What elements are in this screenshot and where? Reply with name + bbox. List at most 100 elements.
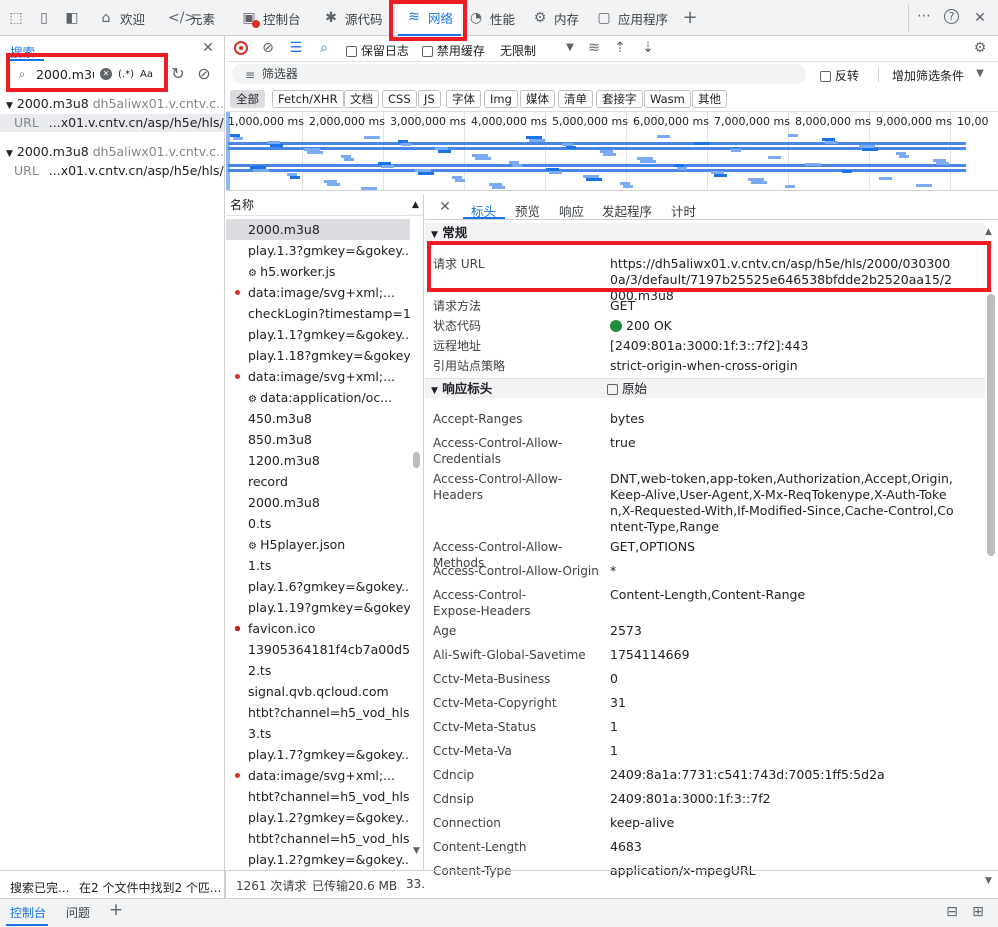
request-list-scrollbar[interactable]	[413, 452, 420, 468]
search-icon[interactable]: ⌕	[316, 40, 332, 56]
more-filters-button[interactable]: 增加筛选条件	[892, 67, 964, 84]
chevron-down-icon[interactable]: ▼	[562, 40, 578, 56]
filter-input[interactable]: ≡ 筛选器	[232, 64, 806, 84]
download-icon[interactable]: ⇣	[640, 40, 656, 56]
dock-drawer-icon[interactable]: ⊟	[944, 904, 960, 920]
request-row[interactable]: 13905364181f4cb7a00d5...	[226, 639, 410, 660]
tab-welcome[interactable]: ⌂ 欢迎	[98, 0, 145, 36]
network-conditions-icon[interactable]: ≋	[586, 40, 602, 56]
scroll-down-icon[interactable]: ▼	[413, 846, 420, 856]
request-row[interactable]: htbt?channel=h5_vod_hls...	[226, 786, 410, 807]
request-row[interactable]: ⚙ data:application/oc...	[226, 387, 410, 408]
disable-cache-checkbox[interactable]: 禁用缓存	[422, 42, 485, 59]
request-row[interactable]: favicon.ico	[226, 618, 410, 639]
clear-log-icon[interactable]: ⊘	[260, 40, 276, 56]
type-manifest[interactable]: 清单	[558, 90, 593, 108]
tab-initiator[interactable]: 发起程序	[602, 201, 652, 220]
response-headers-section-header[interactable]: ▼ 响应标头 原始	[425, 378, 985, 398]
request-row[interactable]: ⚙ h5.worker.js	[226, 261, 410, 282]
detail-scrollbar[interactable]	[987, 294, 995, 556]
timeline-overview[interactable]: 1,000,000 ms 2,000,000 ms 3,000,000 ms 4,00…	[226, 111, 998, 191]
add-tab-icon[interactable]: +	[682, 9, 698, 27]
more-options-icon[interactable]: ⋯	[916, 8, 932, 24]
search-result-match[interactable]: URL ...x01.v.cntv.cn/asp/h5e/hls/2...	[0, 162, 224, 180]
request-row[interactable]: play.1.19?gmkey=&gokey...	[226, 597, 410, 618]
tab-network[interactable]: ≋ 网络	[398, 0, 462, 36]
request-row[interactable]: data:image/svg+xml;...	[226, 282, 410, 303]
request-row[interactable]: ⚙ H5player.json	[226, 534, 410, 555]
name-column-header[interactable]: 名称 ▲	[226, 194, 423, 216]
search-result-group[interactable]: ▼ 2000.m3u8 dh5aliwx01.v.cntv.c... URL .…	[0, 94, 224, 132]
clear-search-icon[interactable]: ✕	[100, 68, 112, 80]
type-wasm[interactable]: Wasm	[644, 90, 691, 108]
match-case-toggle[interactable]: Aa	[140, 69, 153, 80]
search-result-match[interactable]: URL ...x01.v.cntv.cn/asp/h5e/hls/2...	[0, 114, 224, 132]
request-row[interactable]: 2000.m3u8	[226, 219, 410, 240]
close-search-icon[interactable]: ✕	[200, 40, 216, 56]
type-doc[interactable]: 文档	[344, 90, 379, 108]
request-row[interactable]: play.1.3?gmkey=&gokey...	[226, 240, 410, 261]
tab-console[interactable]: ▣ 控制台	[241, 0, 301, 36]
tab-performance[interactable]: ◔ 性能	[468, 0, 515, 36]
close-detail-icon[interactable]: ✕	[437, 199, 453, 215]
tab-response[interactable]: 响应	[559, 201, 584, 220]
request-row[interactable]: record	[226, 471, 410, 492]
request-row[interactable]: 1200.m3u8	[226, 450, 410, 471]
scroll-up-icon[interactable]: ▲	[985, 227, 992, 237]
filter-toggle-icon[interactable]: ☰	[288, 40, 304, 56]
request-row[interactable]: 450.m3u8	[226, 408, 410, 429]
request-row[interactable]: 0.ts	[226, 513, 410, 534]
type-img[interactable]: Img	[484, 90, 518, 108]
throttle-select[interactable]: 无限制	[500, 42, 536, 59]
request-row[interactable]: 1.ts	[226, 555, 410, 576]
inspect-element-icon[interactable]: ⬚	[8, 10, 24, 26]
dock-side-icon[interactable]: ◧	[64, 10, 80, 26]
drawer-tab-issues[interactable]: 问题	[66, 904, 90, 921]
request-row[interactable]: 850.m3u8	[226, 429, 410, 450]
record-icon[interactable]	[234, 41, 248, 55]
request-row[interactable]: play.1.6?gmkey=&gokey...	[226, 576, 410, 597]
raw-checkbox[interactable]: 原始	[607, 379, 647, 399]
general-section-header[interactable]: ▼ 常规	[425, 223, 985, 243]
type-socket[interactable]: 套接字	[596, 90, 643, 108]
tab-preview[interactable]: 预览	[515, 201, 540, 220]
tab-elements[interactable]: </> 元素	[168, 0, 215, 36]
tab-memory[interactable]: ⚙ 内存	[532, 0, 579, 36]
request-row[interactable]: data:image/svg+xml;...	[226, 765, 410, 786]
type-css[interactable]: CSS	[382, 90, 417, 108]
request-row[interactable]: signal.qvb.qcloud.com	[226, 681, 410, 702]
chevron-down-icon[interactable]: ▼	[972, 66, 988, 82]
drawer-tab-console[interactable]: 控制台	[10, 904, 46, 921]
regex-toggle[interactable]: (.*)	[118, 69, 134, 80]
type-other[interactable]: 其他	[692, 90, 727, 108]
device-toolbar-icon[interactable]: ▯	[36, 10, 52, 26]
request-row[interactable]: play.1.18?gmkey=&gokey...	[226, 345, 410, 366]
request-row[interactable]: play.1.7?gmkey=&gokey...	[226, 744, 410, 765]
help-icon[interactable]: ?	[944, 9, 959, 24]
type-js[interactable]: JS	[418, 90, 441, 108]
type-all[interactable]: 全部	[230, 90, 265, 108]
request-row[interactable]: htbt?channel=h5_vod_hls...	[226, 702, 410, 723]
request-row[interactable]: 2.ts	[226, 660, 410, 681]
type-fetch-xhr[interactable]: Fetch/XHR	[272, 90, 344, 108]
refresh-icon[interactable]: ↻	[170, 66, 186, 82]
upload-icon[interactable]: ⇡	[612, 40, 628, 56]
request-row[interactable]: data:image/svg+xml;...	[226, 366, 410, 387]
add-drawer-tab-icon[interactable]: +	[108, 902, 124, 919]
search-input[interactable]: 2000.m3u8	[36, 67, 94, 82]
close-icon[interactable]: ✕	[972, 10, 988, 26]
request-row[interactable]: htbt?channel=h5_vod_hls...	[226, 828, 410, 849]
type-font[interactable]: 字体	[446, 90, 481, 108]
preserve-log-checkbox[interactable]: 保留日志	[346, 42, 409, 59]
request-row[interactable]: play.1.1?gmkey=&gokey...	[226, 324, 410, 345]
tab-application[interactable]: ▢ 应用程序	[596, 0, 668, 36]
type-media[interactable]: 媒体	[520, 90, 555, 108]
clear-icon[interactable]: ⊘	[196, 66, 212, 82]
request-row[interactable]: 3.ts	[226, 723, 410, 744]
settings-gear-icon[interactable]: ⚙	[972, 40, 988, 56]
request-row[interactable]: checkLogin?timestamp=1...	[226, 303, 410, 324]
search-result-group[interactable]: ▼ 2000.m3u8 dh5aliwx01.v.cntv.c... URL .…	[0, 142, 224, 180]
request-row[interactable]: play.1.2?gmkey=&gokey...	[226, 807, 410, 828]
invert-checkbox[interactable]: 反转	[820, 67, 859, 84]
close-drawer-icon[interactable]: ⊞	[970, 904, 986, 920]
